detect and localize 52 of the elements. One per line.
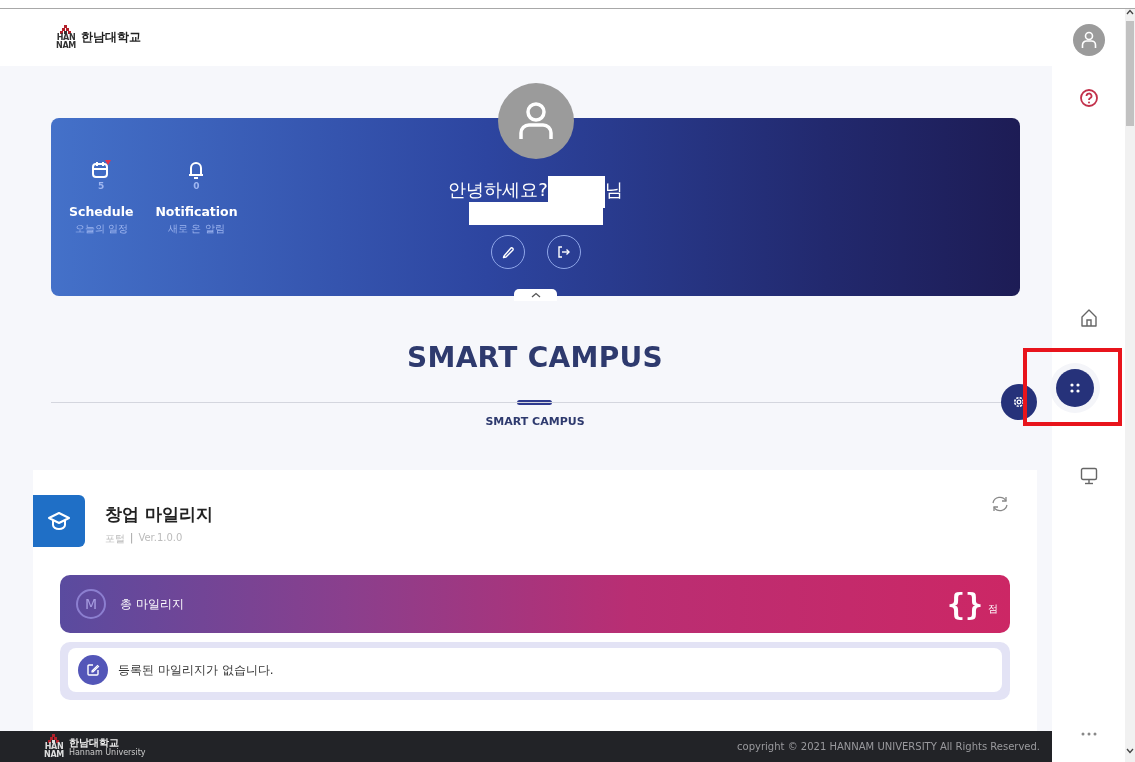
logo-mark-text: HAN (44, 743, 64, 751)
page-title: SMART CAMPUS (406, 341, 664, 374)
greeting-text: 안녕하세요? (448, 178, 548, 202)
pencil-icon (500, 245, 515, 259)
collapse-button[interactable] (514, 289, 557, 301)
mileage-badge: M (76, 589, 106, 619)
count-label: 5 (98, 181, 105, 191)
logo-mark-text: NAM (56, 42, 76, 50)
stat-title: Schedule (69, 204, 134, 219)
scroll-down-icon[interactable] (1126, 748, 1134, 754)
settings-icon (1012, 395, 1026, 409)
more-icon (1080, 732, 1097, 736)
version-label: Ver.1.0.0 (138, 532, 183, 545)
stat-title: Notification (155, 204, 238, 219)
separator: | (130, 532, 134, 546)
refresh-icon[interactable] (990, 495, 1010, 513)
widget-title: 창업 마일리지 (105, 503, 214, 526)
logo-icon (60, 25, 72, 34)
profile-button[interactable] (1072, 24, 1105, 56)
logo-mark-text: HAN (56, 34, 76, 42)
logo-text: 한남대학교 (68, 736, 119, 748)
logout-icon (556, 245, 571, 259)
graduation-cap-icon (48, 511, 70, 531)
scrollbar-thumb[interactable] (1126, 21, 1134, 126)
help-button[interactable] (1078, 88, 1099, 108)
honorific-text: 님 (604, 178, 623, 202)
logo-icon (48, 734, 60, 743)
logo-text: 한남대학교 (80, 29, 141, 46)
logo-mark-text: NAM (44, 751, 64, 759)
grid-dots-icon (1069, 382, 1081, 394)
unit-label: 점 (988, 602, 998, 616)
total-label: 총 마일리지 (120, 595, 185, 613)
user-icon (517, 101, 554, 141)
help-icon (1078, 88, 1099, 108)
edit-icon (86, 663, 100, 677)
scroll-up-icon[interactable] (1126, 9, 1134, 15)
logo-subtext: Hannam University (68, 747, 146, 757)
home-button[interactable] (1079, 308, 1098, 328)
chevron-up-icon (530, 292, 541, 298)
count-label: 0 (193, 181, 200, 191)
category-label: 포털 (105, 532, 125, 546)
stat-subtitle: 오늘의 일정 (74, 222, 128, 236)
more-button[interactable] (1080, 732, 1097, 736)
monitor-icon (1079, 467, 1098, 485)
empty-message: 등록된 마일리지가 없습니다. (118, 661, 274, 679)
user-icon (1080, 31, 1097, 49)
stat-subtitle: 새로 온 알림 (168, 222, 225, 236)
copyright-text: copyright © 2021 HANNAM UNIVERSITY All Rights Reserved. (737, 741, 1040, 752)
tab[interactable]: SMART CAMPUS (485, 400, 585, 430)
total-value: {} (946, 586, 983, 622)
monitor-button[interactable] (1079, 467, 1098, 485)
home-icon (1079, 308, 1098, 328)
